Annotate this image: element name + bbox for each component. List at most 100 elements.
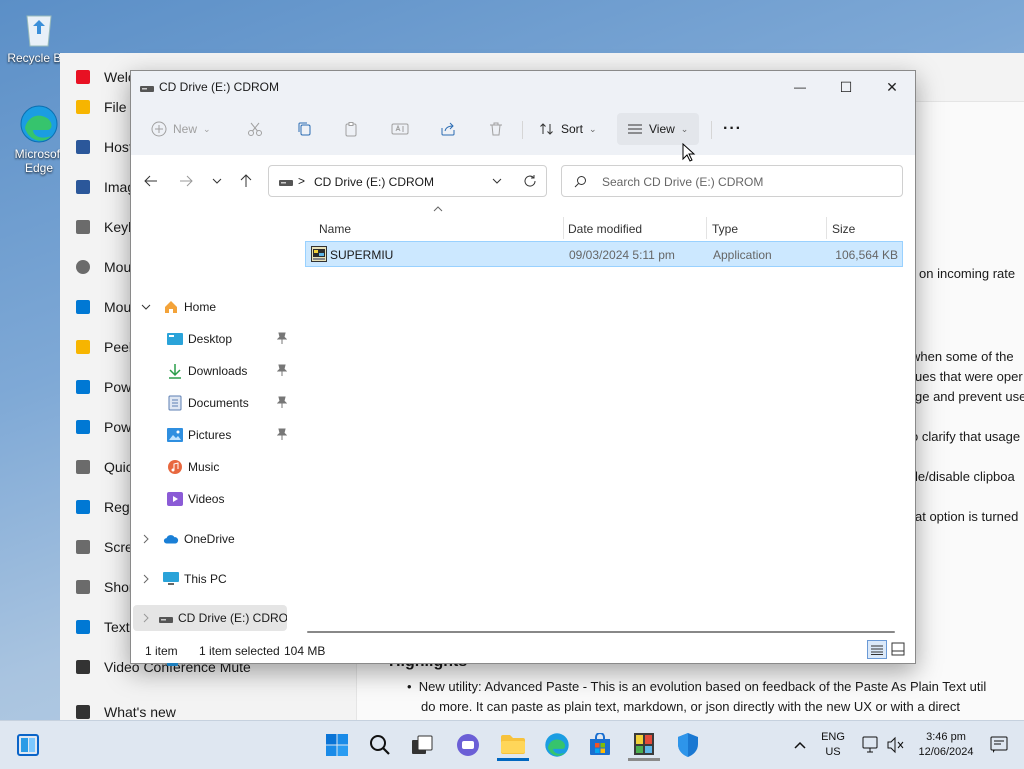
nav-item-music[interactable]: Music — [167, 453, 219, 481]
application-icon — [311, 246, 327, 262]
recent-locations-button[interactable] — [210, 173, 224, 189]
sort-arrows-icon — [539, 121, 555, 137]
forward-button[interactable] — [178, 173, 194, 189]
title-bar[interactable]: CD Drive (E:) CDROM — ☐ ✕ — [131, 71, 915, 103]
chat-button[interactable] — [452, 729, 484, 761]
nav-label: OneDrive — [184, 532, 235, 546]
chevron-down-icon: ⌄ — [203, 123, 211, 134]
search-button[interactable] — [364, 729, 396, 761]
edge-taskbar-button[interactable] — [541, 729, 573, 761]
trash-icon — [488, 121, 504, 137]
minimize-button[interactable]: — — [777, 71, 823, 103]
minimize-icon: — — [794, 80, 806, 94]
volume-button[interactable] — [880, 729, 912, 761]
column-header-date[interactable]: Date modified — [568, 215, 642, 243]
nav-item-onedrive[interactable]: OneDrive — [141, 525, 235, 553]
app-icon — [76, 300, 90, 314]
pin-icon[interactable] — [277, 428, 287, 440]
pin-icon[interactable] — [277, 396, 287, 408]
horizontal-scrollbar[interactable] — [307, 631, 895, 633]
column-divider[interactable] — [706, 217, 707, 239]
new-button[interactable]: New ⌄ — [151, 113, 211, 145]
nav-item-downloads[interactable]: Downloads — [167, 357, 287, 385]
view-button[interactable]: View ⌄ — [617, 113, 699, 145]
nav-item-desktop[interactable]: Desktop — [167, 325, 287, 353]
see-more-button[interactable]: ··· — [723, 113, 742, 145]
arrow-up-icon — [238, 173, 254, 189]
rename-button[interactable] — [391, 113, 409, 145]
speaker-muted-icon — [886, 736, 906, 754]
share-button[interactable] — [440, 113, 456, 145]
security-taskbar-button[interactable] — [672, 729, 704, 761]
tiles-view-button[interactable] — [891, 642, 905, 656]
cut-button[interactable] — [247, 113, 263, 145]
column-label: Name — [319, 222, 352, 236]
column-divider[interactable] — [826, 217, 827, 239]
close-button[interactable]: ✕ — [869, 71, 915, 103]
back-button[interactable] — [143, 173, 159, 189]
search-icon — [574, 175, 587, 188]
file-name: SUPERMIU — [330, 248, 394, 262]
nav-label: Pictures — [188, 428, 232, 442]
copy-button[interactable] — [296, 113, 312, 145]
up-button[interactable] — [238, 173, 254, 189]
maximize-button[interactable]: ☐ — [823, 71, 869, 103]
address-dropdown-button[interactable] — [491, 174, 503, 188]
nav-item-pictures[interactable]: Pictures — [167, 421, 287, 449]
chevron-down-icon: ⌄ — [680, 123, 689, 134]
notifications-button[interactable] — [983, 729, 1015, 761]
app-icon — [76, 340, 90, 354]
task-view-button[interactable] — [406, 729, 438, 761]
bg-nav-item[interactable]: Peek — [76, 327, 136, 367]
status-item-count: 1 item — [145, 644, 178, 658]
address-bar[interactable]: > CD Drive (E:) CDROM — [268, 165, 547, 197]
arrow-right-icon — [178, 173, 194, 189]
file-row[interactable]: SUPERMIU 09/03/2024 5:11 pm Application … — [305, 241, 903, 267]
details-view-button[interactable] — [867, 640, 887, 659]
app-icon — [76, 70, 90, 84]
documents-icon — [167, 395, 183, 411]
widgets-button[interactable] — [12, 729, 44, 761]
arrow-left-icon — [143, 173, 159, 189]
input-language-indicator[interactable]: ENG US — [816, 730, 850, 760]
bg-nav-item[interactable]: What's new — [76, 703, 176, 720]
this-pc-icon — [163, 571, 179, 587]
start-button[interactable] — [321, 729, 353, 761]
clipboard-icon — [343, 121, 359, 137]
app-taskbar-button[interactable] — [628, 729, 660, 761]
explorer-window[interactable]: CD Drive (E:) CDROM — ☐ ✕ New ⌄ Sort ⌄ V… — [130, 70, 916, 666]
app-icon — [76, 420, 90, 434]
search-box[interactable]: Search CD Drive (E:) CDROM — [561, 165, 903, 197]
delete-button[interactable] — [488, 113, 504, 145]
nav-item-this-pc[interactable]: This PC — [141, 565, 227, 593]
recycle-bin-icon — [19, 8, 59, 48]
nav-item-cd-drive[interactable]: CD Drive (E:) CDROM — [133, 605, 287, 631]
maximize-icon: ☐ — [839, 78, 853, 95]
column-header-name[interactable]: Name — [319, 215, 351, 243]
store-taskbar-button[interactable] — [584, 729, 616, 761]
status-bar: 1 item 1 item selected 104 MB — [131, 637, 915, 663]
chevron-right-icon — [141, 574, 155, 584]
command-bar: New ⌄ Sort ⌄ View ⌄ ··· — [131, 103, 915, 156]
nav-item-videos[interactable]: Videos — [167, 485, 224, 513]
column-header-type[interactable]: Type — [712, 215, 738, 243]
breadcrumb-location[interactable]: CD Drive (E:) CDROM — [314, 175, 434, 189]
file-explorer-taskbar-button[interactable] — [497, 729, 529, 761]
clock[interactable]: 3:46 pm 12/06/2024 — [914, 730, 978, 760]
paste-button[interactable] — [343, 113, 359, 145]
column-header-size[interactable]: Size — [832, 215, 855, 243]
bg-content-text: ues that were oper — [915, 369, 1023, 384]
nav-item-home[interactable]: Home — [141, 293, 216, 321]
column-divider[interactable] — [563, 217, 564, 239]
bg-nav-item[interactable]: Text — [76, 607, 130, 647]
refresh-icon[interactable] — [523, 174, 537, 188]
bg-nav-item[interactable]: File — [76, 87, 127, 127]
pin-icon[interactable] — [277, 364, 287, 376]
nav-item-documents[interactable]: Documents — [167, 389, 287, 417]
tiles-view-icon — [891, 642, 905, 656]
show-hidden-icons-button[interactable] — [784, 729, 816, 761]
windows-logo-icon — [325, 733, 349, 757]
sort-button[interactable]: Sort ⌄ — [539, 113, 597, 145]
search-icon — [368, 733, 392, 757]
pin-icon[interactable] — [277, 332, 287, 344]
